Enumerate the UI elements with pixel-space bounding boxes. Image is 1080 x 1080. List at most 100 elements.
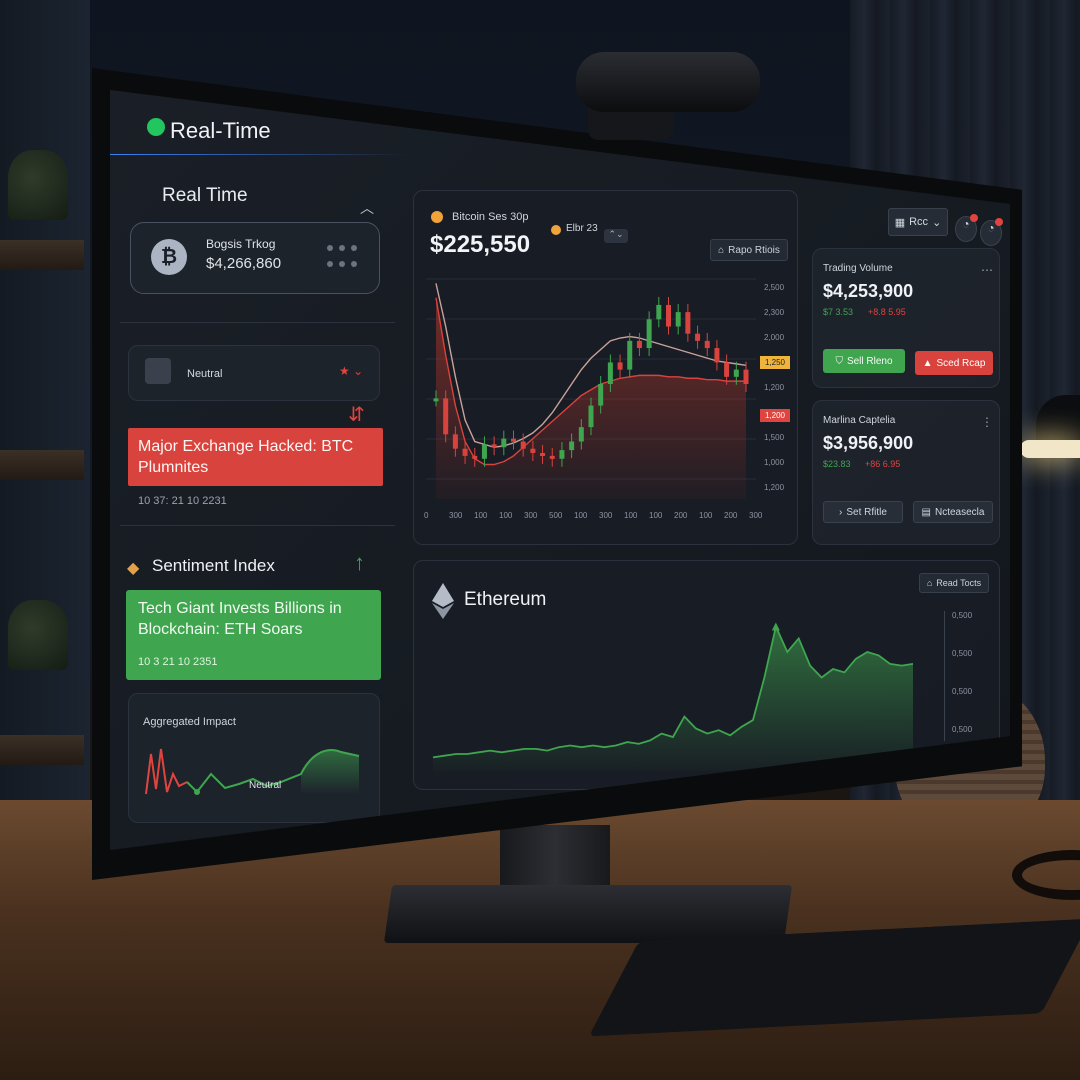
candle xyxy=(549,455,555,459)
chevron-down-icon: ⌄ xyxy=(932,216,942,229)
candle xyxy=(656,304,662,320)
volume-title: Trading Volume xyxy=(823,263,893,274)
lamp-light xyxy=(1020,440,1080,458)
peak-marker xyxy=(771,622,780,631)
alert-bad-headline: Major Exchange Hacked: BTC Plumnites xyxy=(138,438,354,476)
candle xyxy=(714,348,720,363)
btc-pair2-label[interactable]: Elbr 23 xyxy=(566,223,598,234)
impact-card: Aggregated Impact Neutral xyxy=(128,693,380,823)
candle xyxy=(588,405,594,428)
divider xyxy=(120,322,395,323)
more-grid-icon[interactable] xyxy=(327,245,363,271)
sentiment-title: Sentiment Index xyxy=(152,556,275,575)
ticker-card[interactable]: ₿ Bogsis Trkog $4,266,860 xyxy=(130,222,380,294)
x-tick: 0 xyxy=(424,511,429,520)
btc-y-axis: 2,5002,3002,0001,5001,2001,0001,5001,000… xyxy=(760,283,796,493)
more-icon[interactable]: ⋯ xyxy=(981,263,993,277)
mcap-delta-down: +86 6.95 xyxy=(865,459,901,469)
x-tick: 100 xyxy=(649,511,663,520)
sentiment-select[interactable]: Neutral ★ ⌄ xyxy=(128,345,380,401)
list-icon: ▤ xyxy=(921,506,931,518)
volume-delta-up: $7 3.53 xyxy=(823,307,854,317)
candle xyxy=(724,362,730,377)
x-tick: 100 xyxy=(474,511,488,520)
sell-button[interactable]: ▲ Sced Rcap xyxy=(915,351,993,375)
alert-bad[interactable]: Major Exchange Hacked: BTC Plumnites xyxy=(128,428,383,486)
x-tick: 300 xyxy=(599,511,613,520)
divider xyxy=(120,525,395,526)
impact-sparkline xyxy=(145,748,360,795)
volume-value: $4,253,900 xyxy=(823,281,914,301)
y-tick: 0,500 xyxy=(952,611,973,620)
x-tick: 300 xyxy=(749,511,763,520)
candle xyxy=(433,398,439,402)
eth-y-axis: 0,500 0,500 0,500 0,500 xyxy=(944,611,994,751)
candle xyxy=(636,340,642,349)
candle xyxy=(627,340,633,370)
eth-action-button[interactable]: ⌂ Read Tocts xyxy=(919,573,989,593)
market-cap-card: Marlina Captelia ⋮ $3,956,900 $23.83 +86… xyxy=(812,400,1000,545)
candle xyxy=(617,362,623,370)
y-tick: 0,500 xyxy=(952,687,973,696)
mcap-delta-up: $23.83 xyxy=(823,459,851,469)
swap-arrow-icon: ⇵ xyxy=(348,404,365,426)
chevron-up-icon[interactable]: ︿ xyxy=(360,198,374,218)
expand-button[interactable]: ⌃⌄ xyxy=(604,229,628,243)
chevron-right-icon: › xyxy=(839,506,843,518)
x-tick: 200 xyxy=(724,511,738,520)
x-tick: 100 xyxy=(699,511,713,520)
shelf xyxy=(0,735,84,765)
btc-price: $225,550 xyxy=(430,231,531,258)
x-tick: 100 xyxy=(624,511,638,520)
candle xyxy=(530,448,536,453)
notes-button[interactable]: ▤ Ncteasecla xyxy=(913,501,993,523)
x-tick: 300 xyxy=(449,511,463,520)
candle xyxy=(501,438,507,448)
eth-area xyxy=(433,626,913,771)
mcap-title: Marlina Captelia xyxy=(823,415,896,426)
candle xyxy=(511,438,516,442)
candle xyxy=(481,444,487,459)
y-tick: 2,000 xyxy=(764,333,785,342)
candle xyxy=(443,398,449,435)
price-tag-low: 1,200 xyxy=(760,409,790,422)
alert-bad-timestamp: 10 37: 21 10 2231 xyxy=(138,495,227,507)
ticker-name: Bogsis Trkog xyxy=(206,237,276,251)
volume-delta-down: +8.8 5.95 xyxy=(868,307,906,317)
eth-area-chart xyxy=(432,622,914,771)
star-icon[interactable]: ★ ⌄ xyxy=(339,364,363,378)
notification-dot xyxy=(995,218,1003,226)
arrow-up-icon: ↑ xyxy=(354,550,365,575)
sentiment-select-value: Neutral xyxy=(187,368,223,380)
plant xyxy=(8,600,68,670)
candle xyxy=(646,319,652,349)
y-tick: 0,500 xyxy=(952,725,973,734)
axis-line xyxy=(944,611,945,741)
coin-icon xyxy=(431,211,443,223)
candle xyxy=(452,434,458,449)
plant xyxy=(8,150,68,220)
menu-select[interactable]: ▦ Rcc ⌄ xyxy=(888,208,948,236)
y-tick: 1,500 xyxy=(764,433,785,442)
btc-x-axis: 0 300 100 100 300 500 100 300 100 100 200 100 200 300 xyxy=(424,511,764,525)
alert-good[interactable]: Tech Giant Invests Billions in Blockchai… xyxy=(126,590,381,680)
more-icon[interactable]: ⋮ xyxy=(981,415,993,429)
shield-icon: ⛉ xyxy=(835,355,843,367)
buy-button[interactable]: ⛉ Sell Rleno xyxy=(823,349,905,373)
candle xyxy=(675,312,681,327)
btc-action-button[interactable]: ⌂ Rapo Rtiois xyxy=(710,239,788,261)
cube-icon xyxy=(145,358,171,384)
btc-pair-label[interactable]: Bitcoin Ses 30p xyxy=(452,211,528,223)
impact-title: Aggregated Impact xyxy=(143,716,236,728)
candle xyxy=(743,369,749,384)
set-button[interactable]: › Set Rfitle xyxy=(823,501,903,523)
y-tick: 1,200 xyxy=(764,383,785,392)
y-tick: 2,500 xyxy=(764,283,785,292)
notification-dot xyxy=(970,214,978,222)
volume-card: Trading Volume ⋯ $4,253,900 $7 3.53 +8.8… xyxy=(812,248,1000,388)
y-tick: 0,500 xyxy=(952,649,973,658)
candle xyxy=(607,362,613,384)
x-tick: 200 xyxy=(674,511,688,520)
bell-icon: ⌂ xyxy=(926,578,933,588)
shelf xyxy=(0,240,84,270)
